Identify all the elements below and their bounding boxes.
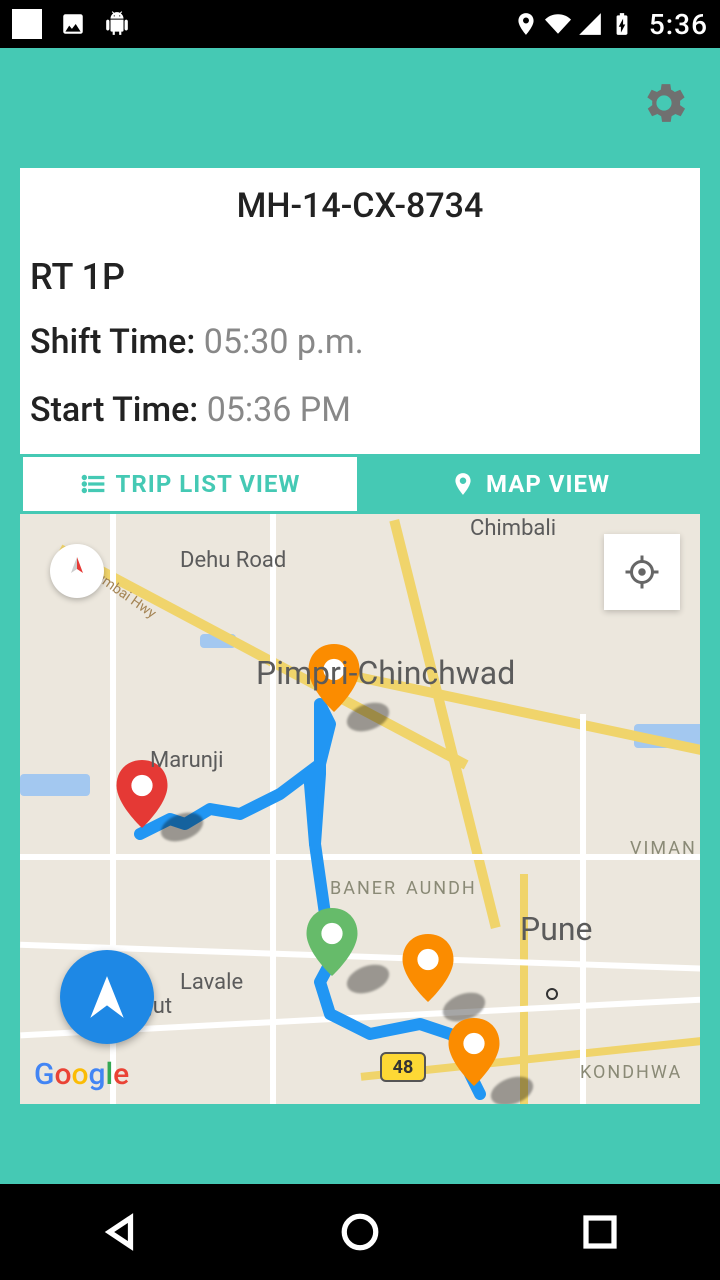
tab-trip-list[interactable]: TRIP LIST VIEW xyxy=(20,454,360,514)
shift-time-label: Shift Time: xyxy=(30,322,204,362)
compass-icon xyxy=(67,557,87,585)
map-label: BANER xyxy=(330,878,397,899)
compass-button[interactable] xyxy=(50,544,104,598)
my-location-button[interactable] xyxy=(604,534,680,610)
map-label: Pimpri-Chinchwad xyxy=(256,654,515,692)
map-label: VIMAN N xyxy=(630,838,700,859)
battery-charging-icon xyxy=(609,11,635,37)
map-pin-orange[interactable] xyxy=(402,934,454,1002)
status-time: 5:36 xyxy=(649,8,708,41)
shift-time-value: 05:30 p.m. xyxy=(204,322,364,362)
content-area: MH-14-CX-8734 RT 1P Shift Time: 05:30 p.… xyxy=(0,158,720,1184)
map-city-dot xyxy=(546,988,558,1000)
home-button[interactable] xyxy=(339,1211,381,1253)
map-pin-orange[interactable] xyxy=(448,1018,500,1086)
image-icon xyxy=(60,11,86,37)
android-nav-bar xyxy=(0,1184,720,1280)
status-bar: 5:36 xyxy=(0,0,720,48)
map-label: Pune xyxy=(520,910,592,948)
map-label: Chimbali xyxy=(470,516,556,541)
highway-shield: 48 xyxy=(380,1052,426,1082)
map-label: Dehu Road xyxy=(180,548,286,573)
map-label: KONDHWA xyxy=(580,1062,682,1083)
car-pin-icon xyxy=(450,471,476,497)
start-time-row: Start Time: 05:36 PM xyxy=(20,376,700,444)
view-tabs: TRIP LIST VIEW MAP VIEW xyxy=(20,454,700,514)
tab-map[interactable]: MAP VIEW xyxy=(360,454,700,514)
route-name: RT 1P xyxy=(20,226,700,308)
back-button[interactable] xyxy=(99,1211,141,1253)
settings-icon[interactable] xyxy=(638,77,690,129)
google-attribution: Google xyxy=(34,1057,129,1092)
list-icon xyxy=(80,471,106,497)
shift-time-row: Shift Time: 05:30 p.m. xyxy=(20,308,700,376)
tab-map-label: MAP VIEW xyxy=(486,470,610,498)
start-time-label: Start Time: xyxy=(30,390,207,430)
app-icon-placeholder xyxy=(12,9,42,39)
map-label: AUNDH xyxy=(406,878,477,899)
highway-number: 48 xyxy=(393,1057,414,1078)
map-label: Marunji xyxy=(150,748,224,773)
status-right: 5:36 xyxy=(513,8,708,41)
recent-apps-button[interactable] xyxy=(579,1211,621,1253)
wifi-icon xyxy=(545,11,571,37)
map-pin-green[interactable] xyxy=(306,908,358,976)
status-left xyxy=(12,9,130,39)
map-label: Lavale xyxy=(180,970,243,995)
crosshair-icon xyxy=(624,554,660,590)
navigation-arrow-icon xyxy=(82,972,132,1022)
start-time-value: 05:36 PM xyxy=(207,390,351,430)
signal-icon xyxy=(577,11,603,37)
android-icon xyxy=(104,11,130,37)
map-view[interactable]: Chimbali Dehu Road Mumbai Hwy Pimpri-Chi… xyxy=(20,514,700,1104)
tab-trip-list-label: TRIP LIST VIEW xyxy=(116,470,301,498)
app-bar xyxy=(0,48,720,158)
vehicle-plate: MH-14-CX-8734 xyxy=(20,186,700,226)
trip-card: MH-14-CX-8734 RT 1P Shift Time: 05:30 p.… xyxy=(20,168,700,514)
navigate-button[interactable] xyxy=(60,950,154,1044)
location-icon xyxy=(513,11,539,37)
